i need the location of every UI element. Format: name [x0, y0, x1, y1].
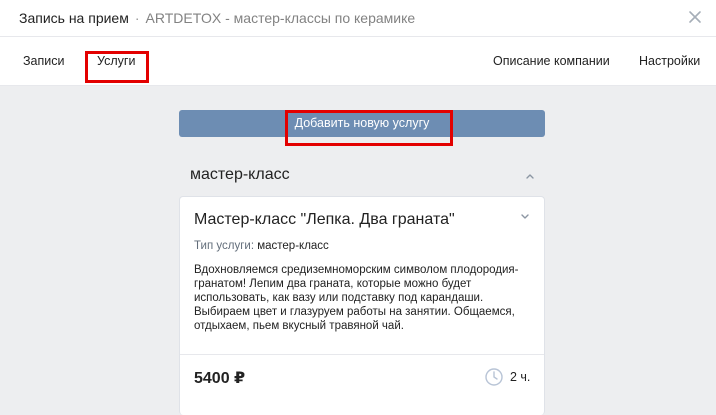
company-name: ARTDETOX - мастер-классы по керамике	[145, 10, 416, 26]
services-tab-highlight	[85, 51, 149, 83]
category-title: мастер-класс	[190, 166, 290, 183]
service-name: Мастер-класс "Лепка. Два граната"	[194, 211, 455, 228]
service-type-label: Тип услуги:	[194, 240, 255, 252]
card-divider	[180, 354, 544, 355]
tab-company-description[interactable]: Описание компании	[493, 37, 610, 86]
service-price: 5400 ₽	[194, 370, 246, 387]
service-type-value: мастер-класс	[257, 240, 329, 252]
title-separator: ·	[134, 10, 140, 26]
modal-title: Запись на прием	[19, 10, 129, 26]
clock-icon	[484, 367, 504, 387]
tab-appointments[interactable]: Записи	[23, 37, 65, 86]
close-icon[interactable]	[686, 8, 704, 26]
service-description: Вдохновляемся средиземноморским символом…	[194, 264, 519, 332]
chevron-up-icon[interactable]	[522, 168, 538, 184]
service-type: Тип услуги: мастер-класс	[194, 240, 329, 252]
tab-settings[interactable]: Настройки	[639, 37, 700, 86]
add-button-highlight	[285, 110, 453, 146]
service-duration: 2 ч.	[510, 370, 531, 384]
service-card: Мастер-класс "Лепка. Два граната" Тип ус…	[179, 196, 545, 415]
modal-header: Запись на прием · ARTDETOX - мастер-клас…	[0, 0, 716, 37]
chevron-down-icon[interactable]	[518, 209, 532, 223]
